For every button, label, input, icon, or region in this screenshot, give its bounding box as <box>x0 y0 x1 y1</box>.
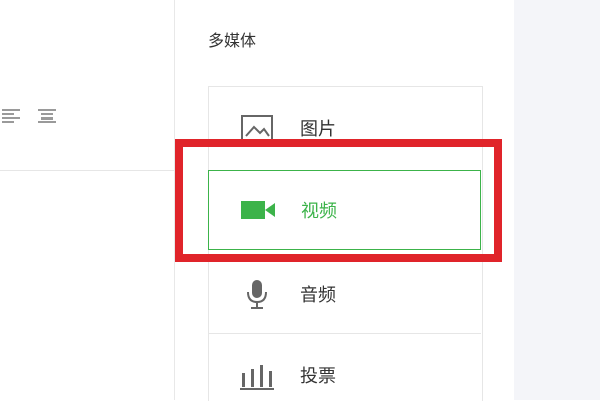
editor-area <box>0 0 174 400</box>
image-icon <box>238 112 278 144</box>
menu-item-label: 投票 <box>300 366 336 387</box>
menu-item-video[interactable]: 视频 <box>208 170 481 250</box>
editor-toolbar <box>0 100 174 130</box>
menu-item-label: 音频 <box>300 285 336 306</box>
menu-item-image[interactable]: 图片 <box>208 88 481 168</box>
menu-divider <box>208 333 481 334</box>
microphone-icon <box>238 278 278 310</box>
align-left-icon[interactable] <box>2 108 20 123</box>
menu-item-vote[interactable]: 投票 <box>208 335 481 415</box>
menu-item-audio[interactable]: 音频 <box>208 255 481 333</box>
menu-item-label: 视频 <box>301 201 337 222</box>
align-center-icon[interactable] <box>38 108 56 123</box>
right-background-strip <box>514 0 600 400</box>
video-camera-icon <box>239 194 279 226</box>
editor-divider <box>0 170 174 171</box>
menu-item-label: 图片 <box>300 119 336 140</box>
bar-chart-icon <box>238 359 278 391</box>
section-title: 多媒体 <box>208 31 257 50</box>
